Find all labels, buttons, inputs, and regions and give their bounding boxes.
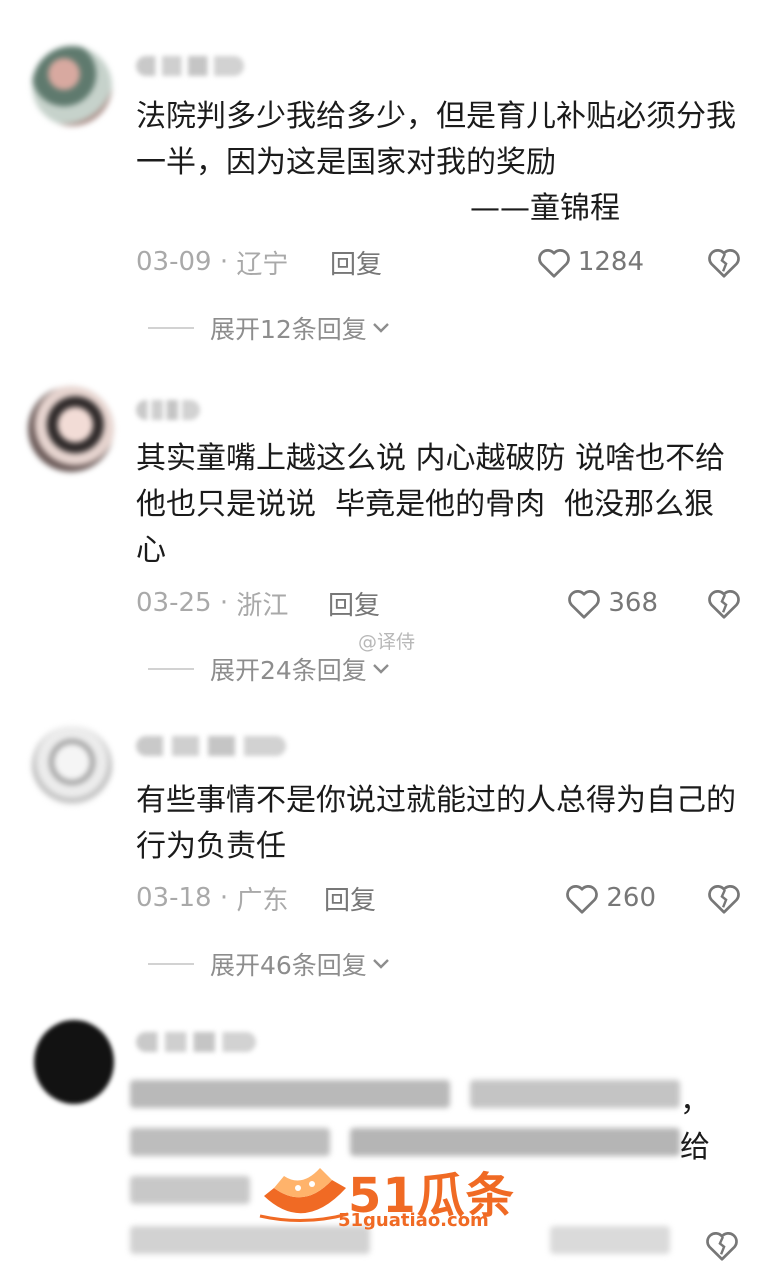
- comment-meta: 03-18 · 广东 回复 260: [136, 878, 742, 918]
- username[interactable]: [136, 400, 200, 420]
- heart-outline-icon: [568, 590, 601, 619]
- comment-date: 03-18: [136, 883, 212, 913]
- heart-outline-icon: [566, 885, 599, 914]
- divider: [148, 963, 194, 965]
- avatar[interactable]: [28, 386, 114, 472]
- expand-replies-label: 展开24条回复: [210, 656, 367, 685]
- expand-replies-button[interactable]: 展开24条回复: [148, 651, 391, 687]
- expand-replies-label: 展开46条回复: [210, 951, 367, 980]
- dislike-button[interactable]: [706, 881, 742, 915]
- like-count: 368: [608, 588, 658, 618]
- comment-location: 广东: [236, 885, 289, 916]
- reply-button[interactable]: 回复: [328, 585, 380, 622]
- like-count: 1284: [577, 247, 644, 277]
- expand-replies-button[interactable]: 展开12条回复: [148, 310, 391, 346]
- comment-signature: ——童锦程: [470, 191, 620, 226]
- dislike-button[interactable]: [704, 1228, 740, 1266]
- avatar[interactable]: [32, 46, 112, 126]
- chevron-down-icon: [372, 664, 389, 674]
- site-logo: 51瓜条 51guatiao.com: [258, 1152, 528, 1238]
- comment-text-fragment: ，: [680, 1084, 710, 1119]
- broken-heart-icon: [706, 1232, 738, 1261]
- expand-replies-label: 展开12条回复: [210, 315, 367, 344]
- comment-meta: 03-25 · 浙江 回复 368: [136, 583, 742, 623]
- comment-date: 03-25: [136, 588, 212, 618]
- broken-heart-icon: [708, 590, 740, 619]
- broken-heart-icon: [708, 885, 740, 914]
- watermelon-logo-icon: [259, 1168, 349, 1222]
- heart-outline-icon: [538, 249, 570, 278]
- comment-text-fragment: 给: [680, 1130, 710, 1165]
- avatar[interactable]: [34, 1020, 114, 1104]
- like-button[interactable]: 368: [566, 586, 658, 620]
- comment-text: 有些事情不是你说过就能过的人总得为自己的行为负责任: [136, 783, 736, 864]
- avatar[interactable]: [32, 726, 112, 806]
- divider: [148, 668, 194, 670]
- comment-text: 法院判多少我给多少，但是育儿补贴必须分我一半，因为这是国家对我的奖励 ——童锦程: [136, 94, 736, 232]
- username[interactable]: [136, 1032, 256, 1052]
- like-button[interactable]: 1284: [536, 245, 644, 279]
- like-count: 260: [606, 883, 656, 913]
- comment-location: 浙江: [236, 590, 289, 621]
- expand-replies-button[interactable]: 展开46条回复: [148, 946, 391, 982]
- chevron-down-icon: [372, 323, 389, 333]
- dislike-button[interactable]: [706, 586, 742, 620]
- comment-meta: 03-09 · 辽宁 回复 1284: [136, 242, 742, 282]
- watermark: @译侍: [358, 631, 416, 653]
- comment-date: 03-09: [136, 247, 212, 277]
- reply-button[interactable]: 回复: [324, 880, 376, 917]
- divider: [148, 327, 194, 329]
- chevron-down-icon: [372, 959, 389, 969]
- broken-heart-icon: [708, 249, 740, 278]
- dislike-button[interactable]: [706, 245, 742, 279]
- site-logo-domain: 51guatiao.com: [338, 1210, 489, 1231]
- like-button[interactable]: 260: [564, 881, 656, 915]
- username[interactable]: [136, 736, 286, 756]
- username[interactable]: [136, 56, 244, 76]
- comment-location: 辽宁: [236, 249, 289, 280]
- comment-text: 其实童嘴上越这么说 内心越破防 说啥也不给他也只是说说 毕竟是他的骨肉 他没那么…: [136, 441, 726, 568]
- reply-button[interactable]: 回复: [330, 244, 382, 281]
